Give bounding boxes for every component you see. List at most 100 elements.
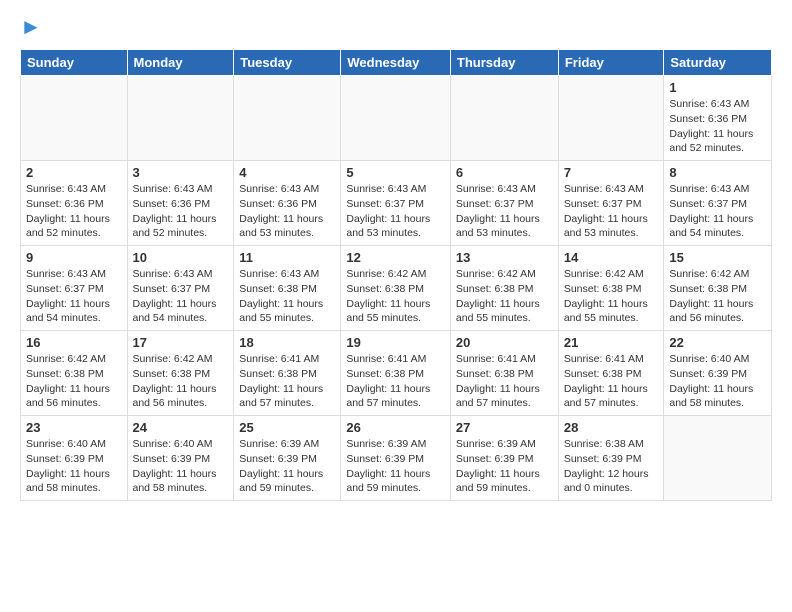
day-number: 5 xyxy=(346,165,445,180)
day-info: Sunrise: 6:42 AM Sunset: 6:38 PM Dayligh… xyxy=(346,267,445,326)
day-number: 6 xyxy=(456,165,553,180)
day-info: Sunrise: 6:42 AM Sunset: 6:38 PM Dayligh… xyxy=(26,352,122,411)
calendar-cell: 10Sunrise: 6:43 AM Sunset: 6:37 PM Dayli… xyxy=(127,246,234,331)
day-info: Sunrise: 6:43 AM Sunset: 6:38 PM Dayligh… xyxy=(239,267,335,326)
calendar-cell: 3Sunrise: 6:43 AM Sunset: 6:36 PM Daylig… xyxy=(127,161,234,246)
col-header-friday: Friday xyxy=(558,50,664,76)
day-number: 22 xyxy=(669,335,766,350)
calendar-cell: 20 Sunrise: 6:41 AM Sunset: 6:38 PM Dayli… xyxy=(450,331,558,416)
day-number: 9 xyxy=(26,250,122,265)
calendar-week-row: 23 Sunrise: 6:40 AM Sunset: 6:39 PM Dayli… xyxy=(21,416,772,501)
day-info: Sunrise: 6:43 AM Sunset: 6:36 PM Dayligh… xyxy=(669,97,766,156)
calendar-cell: 13Sunrise: 6:42 AM Sunset: 6:38 PM Dayli… xyxy=(450,246,558,331)
day-number: 4 xyxy=(239,165,335,180)
day-number: 24 xyxy=(133,420,229,435)
calendar-cell: 24 Sunrise: 6:40 AM Sunset: 6:39 PM Dayli… xyxy=(127,416,234,501)
calendar-cell xyxy=(127,76,234,161)
col-header-saturday: Saturday xyxy=(664,50,772,76)
day-number: 20 xyxy=(456,335,553,350)
day-info: Sunrise: 6:43 AM Sunset: 6:37 PM Dayligh… xyxy=(564,182,659,241)
day-info: Sunrise: 6:42 AM Sunset: 6:38 PM Dayligh… xyxy=(133,352,229,411)
calendar-cell: 21 Sunrise: 6:41 AM Sunset: 6:38 PM Dayli… xyxy=(558,331,664,416)
calendar-cell: 26 Sunrise: 6:39 AM Sunset: 6:39 PM Dayli… xyxy=(341,416,451,501)
col-header-tuesday: Tuesday xyxy=(234,50,341,76)
calendar-cell: 15 Sunrise: 6:42 AM Sunset: 6:38 PM Dayli… xyxy=(664,246,772,331)
day-number: 28 xyxy=(564,420,659,435)
day-info: Sunrise: 6:40 AM Sunset: 6:39 PM Dayligh… xyxy=(669,352,766,411)
calendar-cell xyxy=(21,76,128,161)
day-info: Sunrise: 6:43 AM Sunset: 6:37 PM Dayligh… xyxy=(456,182,553,241)
day-number: 27 xyxy=(456,420,553,435)
day-info: Sunrise: 6:43 AM Sunset: 6:37 PM Dayligh… xyxy=(346,182,445,241)
day-info: Sunrise: 6:41 AM Sunset: 6:38 PM Dayligh… xyxy=(456,352,553,411)
day-number: 23 xyxy=(26,420,122,435)
day-info: Sunrise: 6:41 AM Sunset: 6:38 PM Dayligh… xyxy=(564,352,659,411)
calendar-cell xyxy=(341,76,451,161)
logo-word: ► xyxy=(20,15,42,39)
day-number: 26 xyxy=(346,420,445,435)
day-info: Sunrise: 6:39 AM Sunset: 6:39 PM Dayligh… xyxy=(346,437,445,496)
page: ► SundayMondayTuesdayWednesdayThursdayFr… xyxy=(0,0,792,516)
day-number: 11 xyxy=(239,250,335,265)
calendar-header-row: SundayMondayTuesdayWednesdayThursdayFrid… xyxy=(21,50,772,76)
day-info: Sunrise: 6:41 AM Sunset: 6:38 PM Dayligh… xyxy=(239,352,335,411)
day-info: Sunrise: 6:42 AM Sunset: 6:38 PM Dayligh… xyxy=(564,267,659,326)
day-info: Sunrise: 6:39 AM Sunset: 6:39 PM Dayligh… xyxy=(456,437,553,496)
day-number: 12 xyxy=(346,250,445,265)
calendar-cell xyxy=(558,76,664,161)
calendar-cell: 1 Sunrise: 6:43 AM Sunset: 6:36 PM Daylig… xyxy=(664,76,772,161)
day-info: Sunrise: 6:43 AM Sunset: 6:36 PM Dayligh… xyxy=(26,182,122,241)
calendar-week-row: 2 Sunrise: 6:43 AM Sunset: 6:36 PM Daylig… xyxy=(21,161,772,246)
day-info: Sunrise: 6:38 AM Sunset: 6:39 PM Dayligh… xyxy=(564,437,659,496)
day-number: 3 xyxy=(133,165,229,180)
calendar-cell: 17 Sunrise: 6:42 AM Sunset: 6:38 PM Dayli… xyxy=(127,331,234,416)
calendar-table: SundayMondayTuesdayWednesdayThursdayFrid… xyxy=(20,49,772,501)
logo: ► xyxy=(20,15,42,39)
col-header-sunday: Sunday xyxy=(21,50,128,76)
day-info: Sunrise: 6:43 AM Sunset: 6:37 PM Dayligh… xyxy=(26,267,122,326)
day-info: Sunrise: 6:42 AM Sunset: 6:38 PM Dayligh… xyxy=(456,267,553,326)
calendar-cell: 9 Sunrise: 6:43 AM Sunset: 6:37 PM Daylig… xyxy=(21,246,128,331)
day-info: Sunrise: 6:40 AM Sunset: 6:39 PM Dayligh… xyxy=(133,437,229,496)
calendar-cell: 19 Sunrise: 6:41 AM Sunset: 6:38 PM Dayli… xyxy=(341,331,451,416)
calendar-cell: 18 Sunrise: 6:41 AM Sunset: 6:38 PM Dayli… xyxy=(234,331,341,416)
day-number: 8 xyxy=(669,165,766,180)
day-number: 17 xyxy=(133,335,229,350)
day-number: 2 xyxy=(26,165,122,180)
calendar-cell: 28 Sunrise: 6:38 AM Sunset: 6:39 PM Dayli… xyxy=(558,416,664,501)
calendar-cell: 16 Sunrise: 6:42 AM Sunset: 6:38 PM Dayli… xyxy=(21,331,128,416)
calendar-cell xyxy=(234,76,341,161)
day-number: 18 xyxy=(239,335,335,350)
day-number: 19 xyxy=(346,335,445,350)
col-header-monday: Monday xyxy=(127,50,234,76)
day-info: Sunrise: 6:42 AM Sunset: 6:38 PM Dayligh… xyxy=(669,267,766,326)
logo-text: ► xyxy=(20,15,42,39)
calendar-cell: 25Sunrise: 6:39 AM Sunset: 6:39 PM Dayli… xyxy=(234,416,341,501)
day-info: Sunrise: 6:43 AM Sunset: 6:37 PM Dayligh… xyxy=(669,182,766,241)
col-header-wednesday: Wednesday xyxy=(341,50,451,76)
day-number: 21 xyxy=(564,335,659,350)
calendar-cell: 4 Sunrise: 6:43 AM Sunset: 6:36 PM Daylig… xyxy=(234,161,341,246)
col-header-thursday: Thursday xyxy=(450,50,558,76)
calendar-week-row: 16 Sunrise: 6:42 AM Sunset: 6:38 PM Dayli… xyxy=(21,331,772,416)
calendar-cell: 23 Sunrise: 6:40 AM Sunset: 6:39 PM Dayli… xyxy=(21,416,128,501)
calendar-week-row: 1 Sunrise: 6:43 AM Sunset: 6:36 PM Daylig… xyxy=(21,76,772,161)
day-number: 1 xyxy=(669,80,766,95)
calendar-week-row: 9 Sunrise: 6:43 AM Sunset: 6:37 PM Daylig… xyxy=(21,246,772,331)
day-info: Sunrise: 6:43 AM Sunset: 6:37 PM Dayligh… xyxy=(133,267,229,326)
calendar-cell: 27 Sunrise: 6:39 AM Sunset: 6:39 PM Dayli… xyxy=(450,416,558,501)
logo-bird-icon: ► xyxy=(20,14,42,39)
day-number: 7 xyxy=(564,165,659,180)
calendar-cell: 5 Sunrise: 6:43 AM Sunset: 6:37 PM Daylig… xyxy=(341,161,451,246)
day-number: 15 xyxy=(669,250,766,265)
day-number: 16 xyxy=(26,335,122,350)
calendar-cell: 2 Sunrise: 6:43 AM Sunset: 6:36 PM Daylig… xyxy=(21,161,128,246)
calendar-cell xyxy=(664,416,772,501)
day-info: Sunrise: 6:40 AM Sunset: 6:39 PM Dayligh… xyxy=(26,437,122,496)
day-number: 25 xyxy=(239,420,335,435)
day-number: 14 xyxy=(564,250,659,265)
calendar-cell: 7 Sunrise: 6:43 AM Sunset: 6:37 PM Daylig… xyxy=(558,161,664,246)
day-info: Sunrise: 6:41 AM Sunset: 6:38 PM Dayligh… xyxy=(346,352,445,411)
day-info: Sunrise: 6:43 AM Sunset: 6:36 PM Dayligh… xyxy=(239,182,335,241)
calendar-cell: 22 Sunrise: 6:40 AM Sunset: 6:39 PM Dayli… xyxy=(664,331,772,416)
